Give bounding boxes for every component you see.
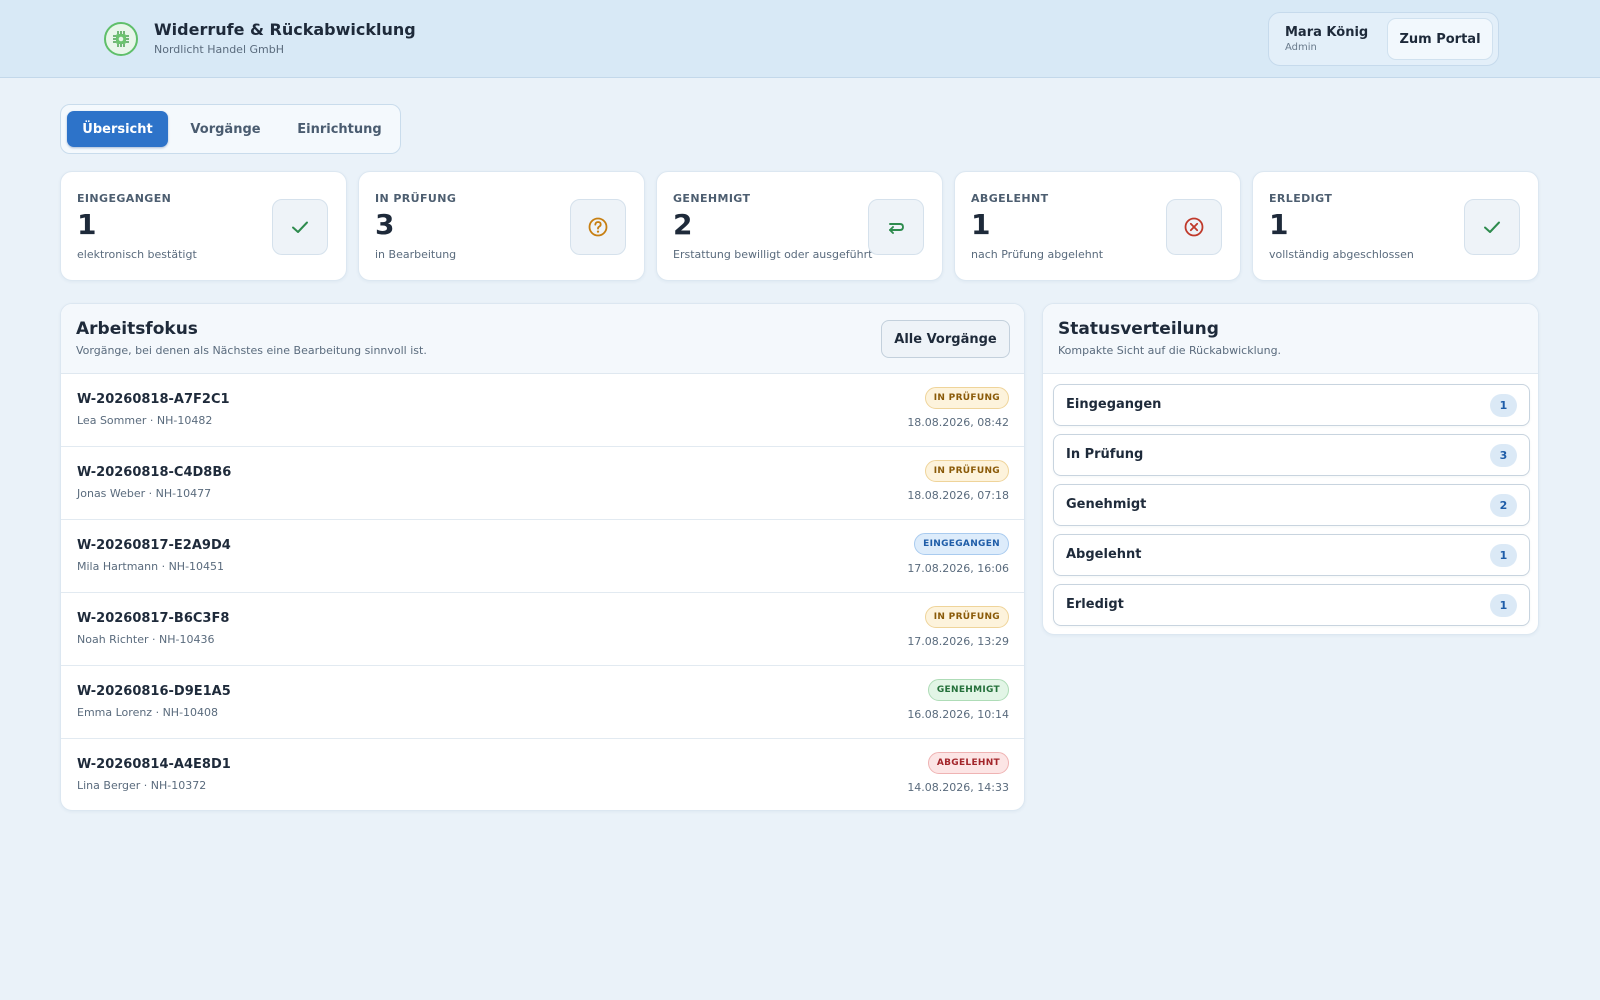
case-id: W-20260817-E2A9D4 (77, 538, 231, 553)
status-badge: ABGELEHNT (927, 752, 1009, 774)
focus-panel-header: Arbeitsfokus Vorgänge, bei denen als Näc… (61, 304, 1024, 374)
case-row[interactable]: W-20260814-A4E8D1 Lina Berger · NH-10372… (61, 739, 1024, 810)
kpi-value: 1 (971, 208, 991, 241)
case-meta: Emma Lorenz · NH-10408 (77, 706, 219, 719)
tab-vorgaenge[interactable]: Vorgänge (174, 111, 277, 147)
kpi-description: in Bearbeitung (375, 248, 457, 261)
status-row-abgelehnt[interactable]: Abgelehnt 1 (1053, 534, 1530, 576)
kpi-description: nach Prüfung abgelehnt (971, 248, 1104, 261)
status-count: 1 (1490, 394, 1517, 417)
chip-gear-icon (104, 22, 138, 56)
case-date: 18.08.2026, 07:18 (907, 489, 1009, 502)
case-date: 14.08.2026, 14:33 (907, 781, 1009, 794)
main-tabs: Übersicht Vorgänge Einrichtung (60, 104, 401, 154)
kpi-value: 1 (77, 208, 97, 241)
status-badge: EINGEGANGEN (914, 533, 1009, 555)
kpi-card-genehmigt: GENEHMIGT 2 Erstattung bewilligt oder au… (656, 171, 943, 281)
distribution-title: Statusverteilung (1058, 319, 1219, 339)
kpi-label: IN PRÜFUNG (375, 192, 457, 205)
kpi-label: EINGEGANGEN (77, 192, 172, 205)
kpi-value: 1 (1269, 208, 1289, 241)
kpi-description: Erstattung bewilligt oder ausgeführt (673, 248, 873, 261)
status-count: 2 (1490, 494, 1517, 517)
focus-subtitle: Vorgänge, bei denen als Nächstes eine Be… (76, 344, 427, 357)
status-label: Erledigt (1066, 597, 1124, 612)
case-id: W-20260818-A7F2C1 (77, 392, 230, 407)
status-label: Abgelehnt (1066, 547, 1142, 562)
app-title: Widerrufe & Rückabwicklung (154, 20, 416, 39)
case-meta: Mila Hartmann · NH-10451 (77, 560, 225, 573)
status-count: 3 (1490, 444, 1517, 467)
x-circle-icon (1166, 199, 1222, 255)
distribution-panel: Statusverteilung Kompakte Sicht auf die … (1042, 303, 1539, 635)
case-meta: Lea Sommer · NH-10482 (77, 414, 213, 427)
status-badge: GENEHMIGT (927, 679, 1009, 701)
status-row-genehmigt[interactable]: Genehmigt 2 (1053, 484, 1530, 526)
case-row[interactable]: W-20260818-C4D8B6 Jonas Weber · NH-10477… (61, 447, 1024, 520)
case-date: 18.08.2026, 08:42 (907, 416, 1009, 429)
app-header: Widerrufe & Rückabwicklung Nordlicht Han… (0, 0, 1600, 78)
case-meta: Noah Richter · NH-10436 (77, 633, 215, 646)
case-row[interactable]: W-20260817-B6C3F8 Noah Richter · NH-1043… (61, 593, 1024, 666)
status-count: 1 (1490, 544, 1517, 567)
kpi-card-erledigt: ERLEDIGT 1 vollständig abgeschlossen (1252, 171, 1539, 281)
return-arrow-icon (868, 199, 924, 255)
status-label: Genehmigt (1066, 497, 1147, 512)
question-circle-icon (570, 199, 626, 255)
case-row[interactable]: W-20260817-E2A9D4 Mila Hartmann · NH-104… (61, 520, 1024, 593)
distribution-subtitle: Kompakte Sicht auf die Rückabwicklung. (1058, 344, 1282, 357)
check-icon (1464, 199, 1520, 255)
kpi-card-in-pruefung: IN PRÜFUNG 3 in Bearbeitung (358, 171, 645, 281)
case-id: W-20260817-B6C3F8 (77, 611, 230, 626)
all-cases-button[interactable]: Alle Vorgänge (881, 320, 1010, 358)
user-name: Mara König (1285, 25, 1369, 40)
case-id: W-20260816-D9E1A5 (77, 684, 231, 699)
case-date: 17.08.2026, 13:29 (907, 635, 1009, 648)
tab-uebersicht[interactable]: Übersicht (67, 111, 168, 147)
case-id: W-20260814-A4E8D1 (77, 757, 231, 772)
kpi-card-eingegangen: EINGEGANGEN 1 elektronisch bestätigt (60, 171, 347, 281)
status-count: 1 (1490, 594, 1517, 617)
status-row-eingegangen[interactable]: Eingegangen 1 (1053, 384, 1530, 426)
distribution-panel-header: Statusverteilung Kompakte Sicht auf die … (1043, 304, 1538, 374)
kpi-description: vollständig abgeschlossen (1269, 248, 1414, 261)
case-date: 16.08.2026, 10:14 (907, 708, 1009, 721)
tab-einrichtung[interactable]: Einrichtung (283, 111, 396, 147)
case-date: 17.08.2026, 16:06 (907, 562, 1009, 575)
company-name: Nordlicht Handel GmbH (154, 43, 284, 56)
user-box: Mara König Admin Zum Portal (1268, 12, 1499, 66)
status-badge: IN PRÜFUNG (924, 606, 1009, 628)
case-id: W-20260818-C4D8B6 (77, 465, 232, 480)
kpi-card-abgelehnt: ABGELEHNT 1 nach Prüfung abgelehnt (954, 171, 1241, 281)
kpi-label: GENEHMIGT (673, 192, 751, 205)
focus-title: Arbeitsfokus (76, 319, 198, 339)
portal-button[interactable]: Zum Portal (1387, 18, 1493, 60)
status-label: Eingegangen (1066, 397, 1162, 412)
kpi-description: elektronisch bestätigt (77, 248, 197, 261)
status-badge: IN PRÜFUNG (924, 387, 1009, 409)
case-row[interactable]: W-20260816-D9E1A5 Emma Lorenz · NH-10408… (61, 666, 1024, 739)
status-badge: IN PRÜFUNG (924, 460, 1009, 482)
kpi-label: ERLEDIGT (1269, 192, 1333, 205)
check-icon (272, 199, 328, 255)
user-role: Admin (1285, 42, 1317, 53)
case-meta: Lina Berger · NH-10372 (77, 779, 207, 792)
case-row[interactable]: W-20260818-A7F2C1 Lea Sommer · NH-10482 … (61, 374, 1024, 447)
kpi-value: 2 (673, 208, 693, 241)
status-row-in-pruefung[interactable]: In Prüfung 3 (1053, 434, 1530, 476)
kpi-label: ABGELEHNT (971, 192, 1049, 205)
status-label: In Prüfung (1066, 447, 1144, 462)
focus-panel: Arbeitsfokus Vorgänge, bei denen als Näc… (60, 303, 1025, 811)
kpi-value: 3 (375, 208, 395, 241)
case-meta: Jonas Weber · NH-10477 (77, 487, 212, 500)
status-row-erledigt[interactable]: Erledigt 1 (1053, 584, 1530, 626)
